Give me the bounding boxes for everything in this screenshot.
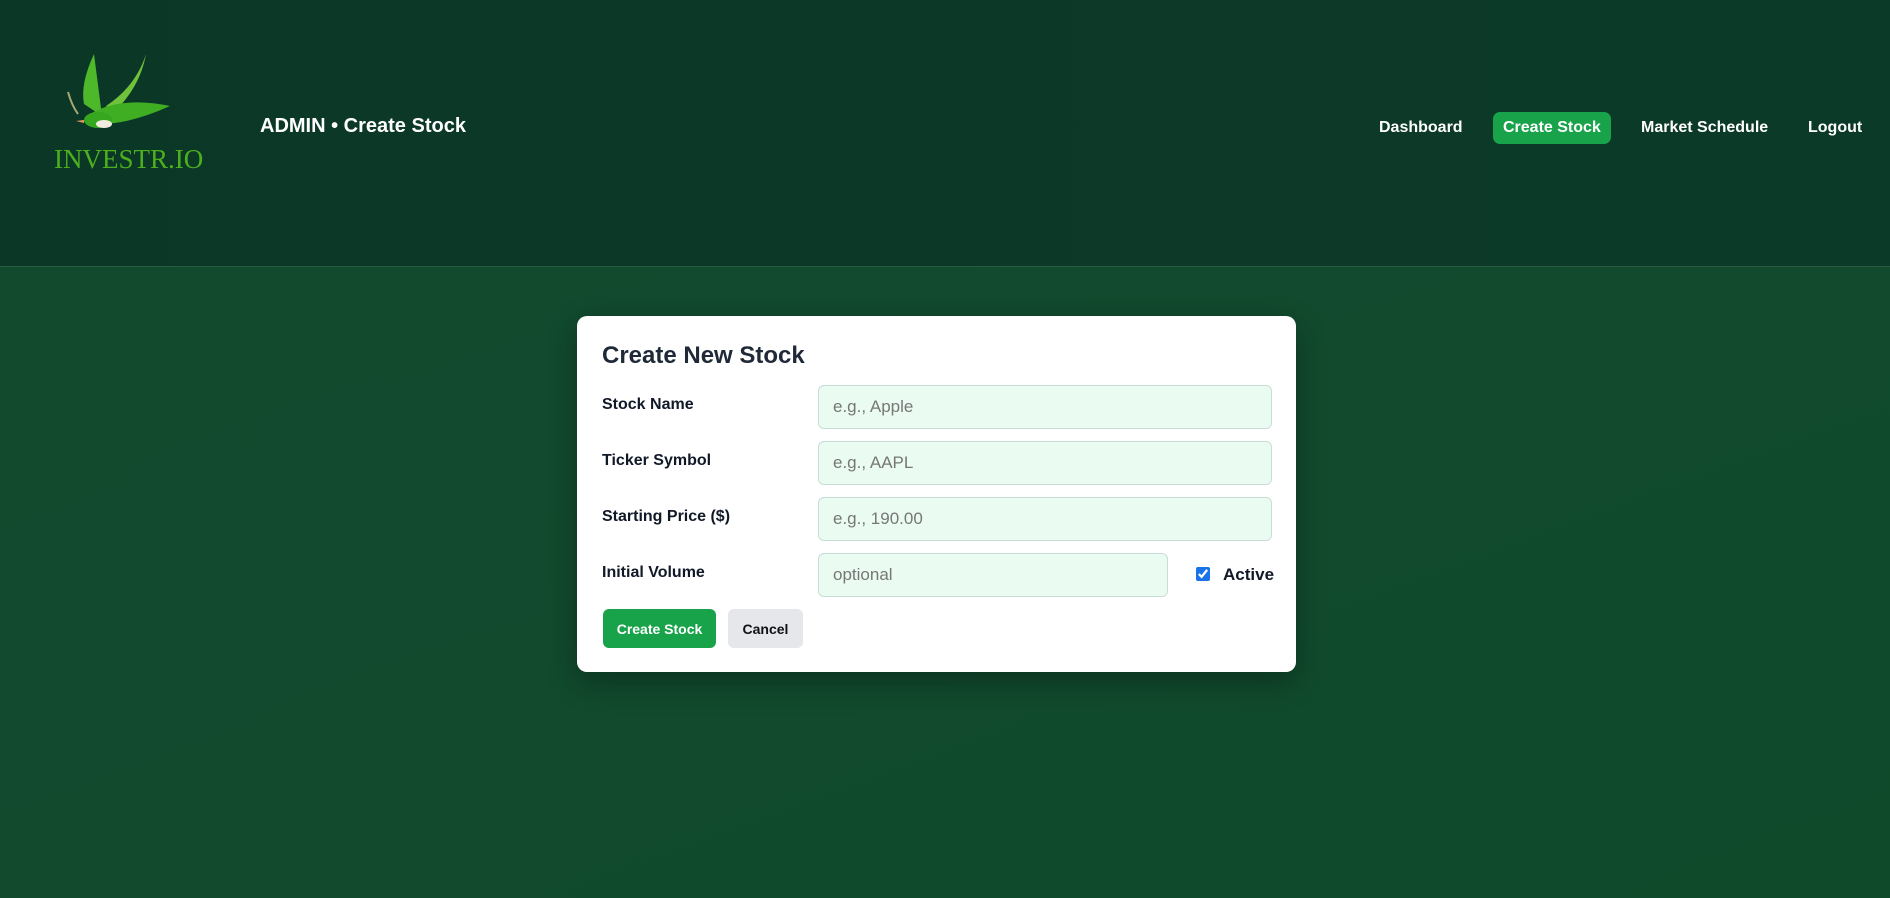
form-title: Create New Stock xyxy=(602,342,805,369)
logo[interactable]: INVESTR.IO xyxy=(54,52,204,174)
stock-name-label: Stock Name xyxy=(602,396,694,413)
stock-name-input[interactable] xyxy=(818,385,1272,429)
active-label[interactable]: Active xyxy=(1223,565,1274,585)
starting-price-input[interactable] xyxy=(818,497,1272,541)
starting-price-label: Starting Price ($) xyxy=(602,508,731,525)
header: INVESTR.IO ADMIN • Create Stock Dashboar… xyxy=(0,0,1890,267)
initial-volume-input[interactable] xyxy=(818,553,1168,597)
create-stock-form: Create New Stock Stock Name Ticker Symbo… xyxy=(577,316,1296,672)
nav-dashboard[interactable]: Dashboard xyxy=(1379,112,1463,144)
logo-text: INVESTR.IO xyxy=(54,144,204,174)
initial-volume-label: Initial Volume xyxy=(602,564,705,581)
nav-create-stock[interactable]: Create Stock xyxy=(1493,112,1611,144)
swallow-bird-icon xyxy=(67,54,170,128)
ticker-symbol-input[interactable] xyxy=(818,441,1272,485)
ticker-symbol-label: Ticker Symbol xyxy=(602,452,712,469)
active-checkbox[interactable] xyxy=(1196,567,1210,581)
nav-logout[interactable]: Logout xyxy=(1808,112,1862,144)
cancel-button[interactable]: Cancel xyxy=(728,609,803,648)
page-title: ADMIN • Create Stock xyxy=(260,115,466,137)
nav-market-schedule[interactable]: Market Schedule xyxy=(1641,112,1768,144)
create-stock-button[interactable]: Create Stock xyxy=(603,609,716,648)
